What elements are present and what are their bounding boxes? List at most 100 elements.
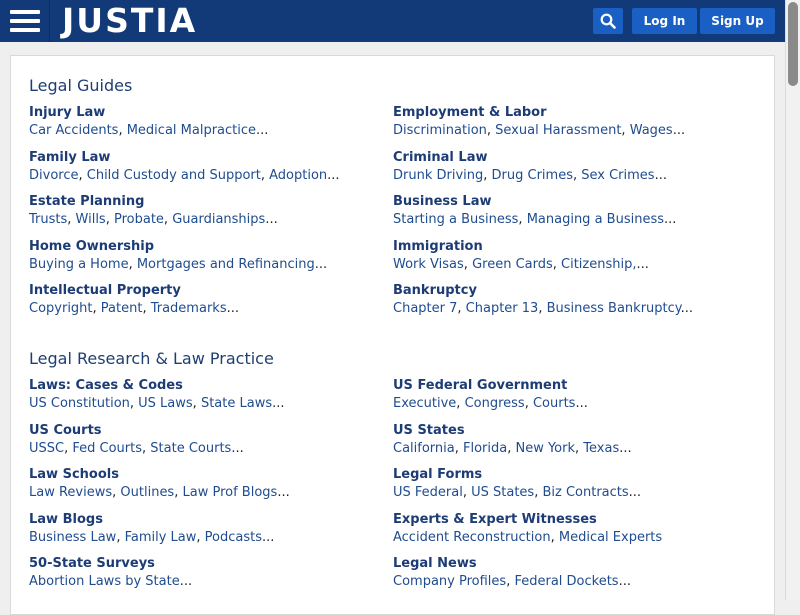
sublink-sexual-harassment[interactable]: Sexual Harassment <box>495 123 621 138</box>
sublink-car-accidents[interactable]: Car Accidents <box>29 123 118 138</box>
more-ellipsis: ... <box>636 256 649 272</box>
sublink-law-reviews[interactable]: Law Reviews <box>29 485 112 500</box>
sublink-sex-crimes[interactable]: Sex Crimes <box>581 168 654 183</box>
sublink-us-states[interactable]: US States <box>471 485 534 500</box>
section-title-legal-guides: Legal Guides <box>29 76 133 95</box>
sublink-trusts[interactable]: Trusts <box>29 212 67 227</box>
sublink-child-custody-and-support[interactable]: Child Custody and Support <box>87 168 261 183</box>
more-ellipsis: ... <box>575 396 588 411</box>
entry-title-link[interactable]: Injury Law <box>29 105 389 121</box>
entry-title-link[interactable]: Home Ownership <box>29 239 389 255</box>
entry-title-link[interactable]: Laws: Cases & Codes <box>29 378 389 394</box>
sublink-accident-reconstruction[interactable]: Accident Reconstruction <box>393 530 551 545</box>
sublink-adoption[interactable]: Adoption <box>269 168 327 183</box>
link-separator: , <box>67 212 76 227</box>
sublink-biz-contracts[interactable]: Biz Contracts <box>542 485 628 500</box>
entry-title-link[interactable]: US Federal Government <box>393 378 753 394</box>
sublink-copyright[interactable]: Copyright <box>29 301 93 316</box>
link-separator: , <box>260 167 270 183</box>
sublink-wills[interactable]: Wills <box>76 212 106 227</box>
sublink-green-cards[interactable]: Green Cards <box>472 257 553 272</box>
entry-title-link[interactable]: Bankruptcy <box>393 283 753 299</box>
link-separator: , <box>518 212 527 227</box>
sublink-texas[interactable]: Texas <box>583 441 619 456</box>
sublink-guardianships[interactable]: Guardianships <box>172 212 265 227</box>
sublink-chapter-13[interactable]: Chapter 13 <box>466 301 539 316</box>
sublink-us-constitution[interactable]: US Constitution <box>29 396 130 411</box>
entry-sublinks: Copyright, Patent, Trademarks... <box>29 300 389 317</box>
scrollbar-thumb[interactable] <box>788 2 798 86</box>
sublink-law-prof-blogs[interactable]: Law Prof Blogs <box>182 485 277 500</box>
sublink-courts[interactable]: Courts <box>533 396 576 411</box>
entry-title-link[interactable]: US Courts <box>29 423 389 439</box>
link-separator: , <box>463 256 473 272</box>
guide-entry-legal-news: Legal News Company Profiles, Federal Dock… <box>393 556 753 590</box>
sublink-outlines[interactable]: Outlines <box>120 485 174 500</box>
entry-title-link[interactable]: Law Schools <box>29 467 389 483</box>
signup-button[interactable]: Sign Up <box>700 8 775 34</box>
entry-title-link[interactable]: Legal News <box>393 556 753 572</box>
sublink-starting-a-business[interactable]: Starting a Business <box>393 212 518 227</box>
sublink-congress[interactable]: Congress <box>465 396 525 411</box>
entry-title-link[interactable]: Business Law <box>393 194 753 210</box>
page-scrollbar[interactable] <box>785 0 800 600</box>
sublink-medical-malpractice[interactable]: Medical Malpractice <box>127 123 256 138</box>
sublink-wages[interactable]: Wages <box>630 123 673 138</box>
sublink-discrimination[interactable]: Discrimination <box>393 123 487 138</box>
entry-sublinks: US Constitution, US Laws, State Laws... <box>29 395 389 412</box>
sublink-abortion-laws-by-state[interactable]: Abortion Laws by State <box>29 574 180 589</box>
entry-title-link[interactable]: Law Blogs <box>29 512 389 528</box>
sublink-executive[interactable]: Executive <box>393 396 456 411</box>
sublink-podcasts[interactable]: Podcasts <box>205 530 262 545</box>
sublink-business-law[interactable]: Business Law <box>29 530 116 545</box>
sublink-managing-a-business[interactable]: Managing a Business <box>527 212 664 227</box>
more-ellipsis: ... <box>256 123 269 138</box>
sublink-state-courts[interactable]: State Courts <box>150 441 231 456</box>
entry-title-link[interactable]: Intellectual Property <box>29 283 389 299</box>
sublink-citizenship[interactable]: Citizenship, <box>561 257 636 272</box>
sublink-company-profiles[interactable]: Company Profiles <box>393 574 506 589</box>
entry-title-link[interactable]: Immigration <box>393 239 753 255</box>
entry-sublinks: Abortion Laws by State... <box>29 573 389 590</box>
sublink-family-law[interactable]: Family Law <box>125 530 197 545</box>
link-separator: , <box>457 301 466 316</box>
hamburger-icon[interactable] <box>0 0 50 42</box>
entry-title-link[interactable]: Legal Forms <box>393 467 753 483</box>
sublink-drug-crimes[interactable]: Drug Crimes <box>492 168 573 183</box>
search-button[interactable] <box>593 8 623 34</box>
sublink-divorce[interactable]: Divorce <box>29 168 78 183</box>
sublink-buying-a-home[interactable]: Buying a Home <box>29 257 129 272</box>
sublink-new-york[interactable]: New York <box>515 441 575 456</box>
sublink-federal-dockets[interactable]: Federal Dockets <box>514 574 618 589</box>
entry-title-link[interactable]: Family Law <box>29 150 389 166</box>
sublink-us-laws[interactable]: US Laws <box>138 396 193 411</box>
sublink-california[interactable]: California <box>393 441 455 456</box>
more-ellipsis: ... <box>231 440 244 456</box>
sublink-patent[interactable]: Patent <box>101 301 143 316</box>
sublink-ussc[interactable]: USSC <box>29 441 64 456</box>
sublink-chapter-7[interactable]: Chapter 7 <box>393 301 457 316</box>
sublink-mortgages-and-refinancing[interactable]: Mortgages and Refinancing <box>137 257 315 272</box>
sublink-business-bankruptcy[interactable]: Business Bankruptcy <box>547 301 681 316</box>
sublink-medical-experts[interactable]: Medical Experts <box>559 530 662 545</box>
entry-title-link[interactable]: Estate Planning <box>29 194 389 210</box>
sublink-work-visas[interactable]: Work Visas <box>393 257 464 272</box>
entry-title-link[interactable]: Criminal Law <box>393 150 753 166</box>
sublink-fed-courts[interactable]: Fed Courts <box>72 441 142 456</box>
justia-logo[interactable]: JUSTIA <box>62 2 197 40</box>
entry-title-link[interactable]: Employment & Labor <box>393 105 753 121</box>
sublink-us-federal[interactable]: US Federal <box>393 485 463 500</box>
sublink-trademarks[interactable]: Trademarks <box>151 301 227 316</box>
login-button[interactable]: Log In <box>632 8 697 34</box>
link-separator: , <box>454 440 463 456</box>
entry-title-link[interactable]: Experts & Expert Witnesses <box>393 512 753 528</box>
sublink-probate[interactable]: Probate <box>114 212 164 227</box>
sublink-florida[interactable]: Florida <box>463 441 507 456</box>
sublink-drunk-driving[interactable]: Drunk Driving <box>393 168 483 183</box>
sublink-state-laws[interactable]: State Laws <box>201 396 272 411</box>
more-ellipsis: ... <box>272 396 285 411</box>
entry-title-link[interactable]: US States <box>393 423 753 439</box>
entry-title-link[interactable]: 50-State Surveys <box>29 556 389 572</box>
guide-entry-injury-law: Injury Law Car Accidents, Medical Malprac… <box>29 105 389 139</box>
link-separator: , <box>128 256 137 272</box>
